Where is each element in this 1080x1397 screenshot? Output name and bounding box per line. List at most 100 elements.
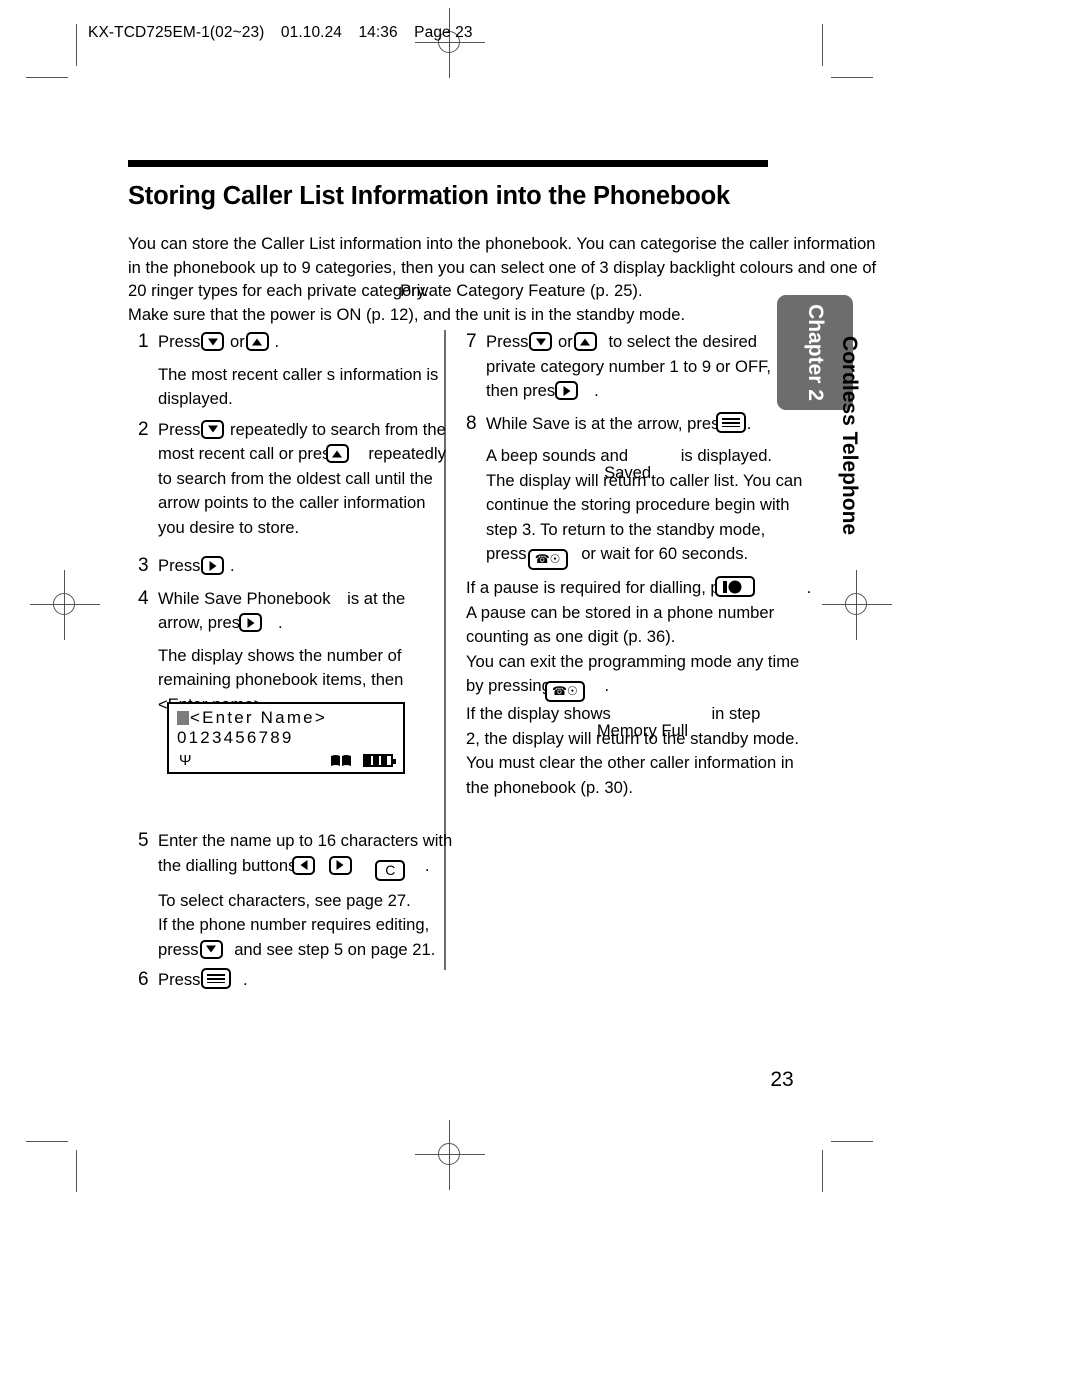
step-8-display-text: Save: [532, 413, 570, 433]
step-7-text-a: to select the desired: [608, 332, 757, 351]
file-header-filename: KX-TCD725EM-1(02~23): [88, 24, 265, 41]
step-4-text-d: arrow, press: [158, 613, 249, 632]
step-1-number: 1: [138, 331, 149, 352]
arrow-up-key-icon: [573, 332, 597, 351]
registration-mark-circle: [845, 593, 867, 615]
antenna-icon: Ψ: [179, 752, 192, 769]
registration-mark-circle: [438, 1143, 460, 1165]
intro-line-3-cross-reference: Private Category Feature (p. 25).: [400, 281, 643, 301]
arrow-right-key-icon: [555, 381, 579, 400]
side-chapter-label: Cordless Telephone: [838, 335, 861, 536]
step-3-press-label: Press: [158, 556, 201, 575]
step-4-line-2: arrow, press .: [158, 611, 458, 636]
intro-line-1: You can store the Caller List informatio…: [128, 234, 876, 253]
crop-mark-bottom-left-horizontal: [26, 1141, 68, 1142]
step-7-line-3: then press .: [486, 379, 818, 404]
step-4-detail-line-2: remaining phonebook items, then: [158, 670, 404, 689]
step-3-period: .: [230, 556, 235, 575]
pause-key-icon: [715, 576, 756, 597]
step-4-text-a: While: [158, 588, 200, 608]
lcd-cursor-block: [177, 711, 189, 725]
step-7-or-label: or: [558, 332, 573, 351]
note-6-text-a: If the display shows: [466, 704, 611, 723]
step-2-text-e: arrow points to the caller information: [158, 493, 426, 512]
step-1-detail-line-2: displayed.: [158, 389, 233, 408]
menu-key-icon: [201, 968, 232, 989]
step-7-period: .: [594, 381, 599, 400]
step-7-text-b: private category number 1 to 9 or OFF,: [486, 356, 771, 376]
step-6-number: 6: [138, 969, 149, 990]
page-title: Storing Caller List Information into the…: [128, 182, 731, 210]
intro-line-3-text: 20 ringer types for each private categor…: [128, 281, 429, 301]
step-8-detail-line-3: continue the storing procedure begin wit…: [486, 495, 790, 514]
step-7-text-c: then press: [486, 381, 564, 400]
step-3-number: 3: [138, 555, 149, 576]
file-header-time: 14:36: [358, 24, 398, 41]
step-2-text-a: repeatedly to search from the: [230, 419, 446, 439]
step-2-number: 2: [138, 418, 149, 440]
step-5-detail-line-3: press and see step 5 on page 21.: [158, 938, 458, 963]
step-8-detail: A beep sounds and Saved is displayed. The…: [486, 444, 818, 570]
step-8-detail-line-4: step 3. To return to the standby mode,: [486, 519, 766, 539]
arrow-down-key-icon: [199, 939, 223, 959]
step-1-or-label: or: [230, 332, 245, 351]
note-6-display-word: Memory Full: [596, 721, 689, 740]
page-number: 23: [770, 1068, 794, 1091]
step-1-period: .: [274, 332, 280, 351]
note-line-8: You must clear the other caller informat…: [466, 753, 794, 772]
step-8-detail-text-b: is displayed.: [680, 446, 773, 465]
arrow-right-key-icon: [201, 556, 225, 575]
step-7-body: Press or to select the desired private c…: [486, 330, 818, 404]
lcd-status-icons: Ψ: [169, 750, 397, 768]
step-5-body: Enter the name up to 16 characters with …: [158, 829, 458, 881]
step-8-detail-press-label: press: [486, 544, 527, 563]
step-2-body: Press repeatedly to search from the most…: [158, 418, 458, 541]
step-4-display-text: Save Phonebook: [204, 588, 331, 608]
intro-line-2: in the phonebook up to 9 categories, the…: [128, 257, 877, 277]
step-4-body: While Save Phonebook is at the arrow, pr…: [158, 587, 458, 636]
arrow-down-key-icon: [201, 332, 225, 351]
right-column: 7 Press or to select the desired private…: [466, 330, 818, 800]
arrow-left-key-icon: [292, 855, 315, 875]
step-2-text-f: you desire to store.: [158, 517, 300, 537]
step-7: 7 Press or to select the desired private…: [466, 330, 818, 404]
registration-mark-left: [30, 570, 100, 640]
note-6-text-b: in step: [711, 704, 761, 723]
step-2-press-label: Press: [158, 419, 201, 439]
step-7-number: 7: [466, 331, 477, 352]
step-5-detail-line-1: To select characters, see page 27.: [158, 890, 411, 910]
step-1-body: Press or .: [158, 330, 458, 355]
note-5-period: .: [604, 676, 610, 695]
arrow-right-key-icon: [328, 855, 352, 875]
step-6-body: Press .: [158, 968, 458, 993]
step-2-text-c: repeatedly: [368, 444, 446, 463]
step-6-period: .: [243, 970, 248, 989]
file-header-date: 01.10.24: [280, 24, 343, 41]
file-header: KX-TCD725EM-1(02~23) 01.10.24 14:36 Page…: [88, 24, 485, 42]
note-line-2: A pause can be stored in a phone number: [466, 602, 775, 622]
step-8-detail-line-5: press ☎☉ or wait for 60 seconds.: [486, 542, 818, 570]
step-5-text-b: the dialling buttons,: [158, 855, 301, 875]
menu-key-icon: [715, 411, 746, 433]
step-5-detail-line-2: If the phone number requires editing,: [158, 915, 430, 934]
lcd-display-figure: <Enter Name> 0123456789 Ψ: [167, 702, 405, 774]
step-3-body: Press .: [158, 554, 458, 579]
note-line-3: counting as one digit (p. 36).: [466, 627, 676, 646]
step-4: 4 While Save Phonebook is at the arrow, …: [138, 587, 458, 636]
note-5-text-a: by pressing: [466, 676, 551, 695]
step-1-detail-line-1: The most recent caller s information is: [158, 364, 439, 384]
note-line-1: If a pause is required for dialling, pre…: [466, 576, 818, 601]
step-8-detail-line-1: A beep sounds and Saved is displayed.: [486, 444, 818, 482]
step-4-period: .: [278, 613, 283, 632]
step-8-body: While Save is at the arrow, press.: [486, 411, 818, 437]
phonebook-icon: [331, 755, 351, 766]
phone-off-key-icon: ☎☉: [527, 549, 568, 570]
step-4-detail-line-1: The display shows the number of: [158, 645, 402, 665]
step-7-press-label: Press: [486, 332, 529, 351]
note-1-text-a: If a pause is required for dialling, pre…: [466, 578, 752, 597]
step-2-line-2: most recent call or press repeatedly: [158, 442, 458, 467]
title-rule: [128, 160, 768, 167]
clear-key-icon: C: [375, 859, 406, 881]
step-1-detail: The most recent caller s information is …: [158, 363, 458, 412]
right-column-notes: If a pause is required for dialling, pre…: [466, 576, 818, 800]
